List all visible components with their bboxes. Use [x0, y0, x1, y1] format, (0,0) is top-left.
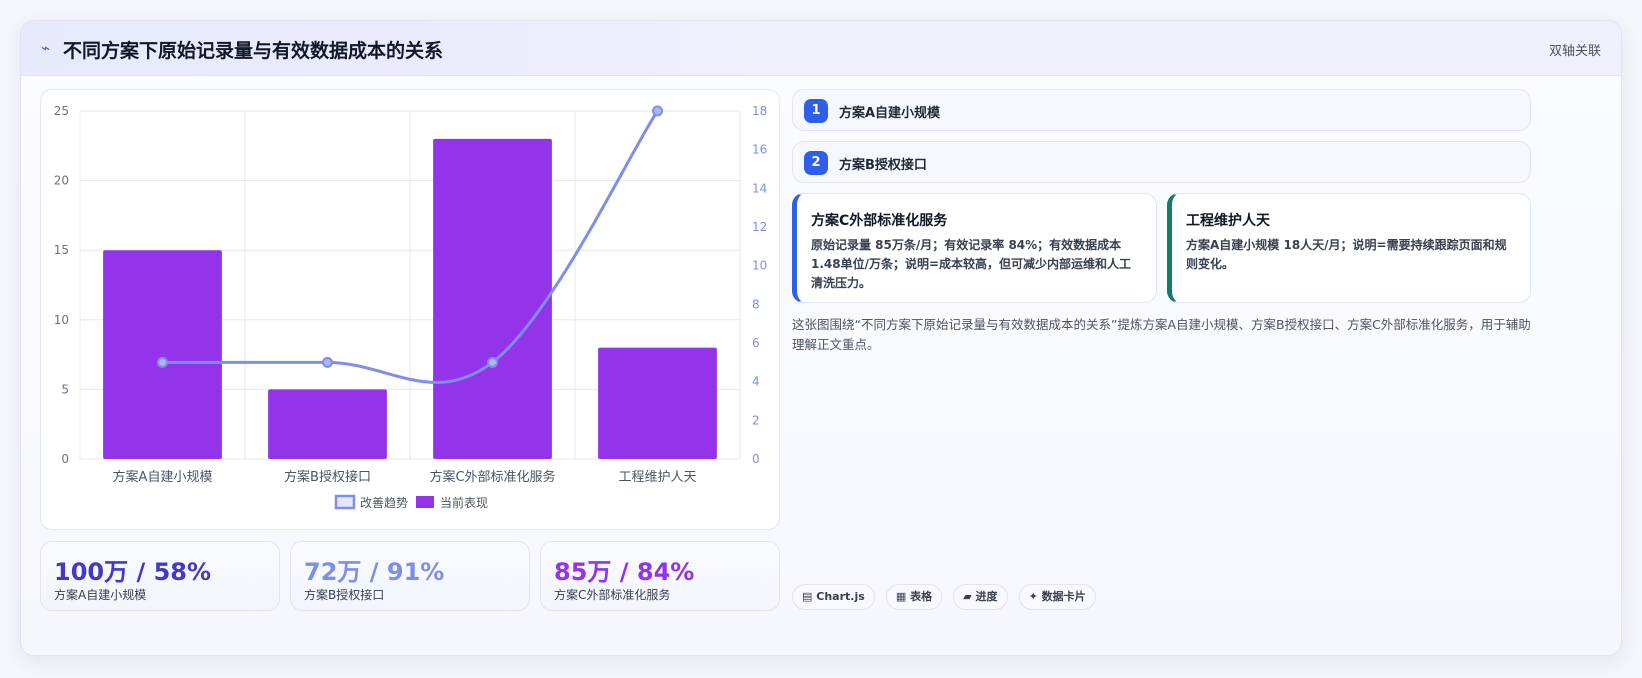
- y-right-tick-label: 2: [752, 413, 760, 427]
- legend-label: 改善趋势: [360, 495, 408, 510]
- y-right-tick-label: 4: [752, 375, 760, 389]
- bar: [598, 347, 717, 459]
- sparkle-icon: ✦: [1028, 590, 1038, 603]
- trend-point: [487, 356, 498, 368]
- note-body: 方案A自建小规模 18人天/月；说明=需要持续跟踪页面和规则变化。: [1186, 238, 1507, 271]
- y-right-tick-label: 10: [752, 259, 767, 273]
- note-body: 原始记录量 85万条/月；有效记录率 84%；有效数据成本 1.48单位/万条；…: [811, 238, 1132, 290]
- note-card-maintenance: 工程维护人天 方案A自建小规模 18人天/月；说明=需要持续跟踪页面和规则变化。: [1167, 193, 1531, 303]
- y-right-tick-label: 14: [752, 181, 767, 195]
- x-tick-label: 方案A自建小规模: [113, 469, 213, 485]
- stat-label: 方案C外部标准化服务: [554, 588, 671, 602]
- trend-point: [322, 356, 333, 368]
- combo-chart: 0 5 10 15 20 25 0 2 4 6 8 10 12 14 16 18 方案A自建小规模 方案B授权接口…: [54, 104, 768, 510]
- chart-panel: 0 5 10 15 20 25 0 2 4 6 8 10 12 14 16 18 方案A自建小规模 方案B授权接口…: [40, 89, 780, 530]
- y-right-tick-label: 8: [752, 297, 760, 311]
- y-left-tick-label: 15: [54, 243, 69, 257]
- tag-chartjs[interactable]: ▤ Chart.js: [792, 584, 875, 610]
- x-tick-label: 方案B授权接口: [284, 469, 371, 485]
- y-right-tick-label: 16: [752, 143, 767, 157]
- wave-icon: ⌁: [41, 39, 51, 57]
- table-icon: ▦: [895, 590, 907, 603]
- stat-value: 72万 / 91%: [304, 558, 445, 586]
- y-right-tick-label: 12: [752, 220, 767, 234]
- stat-value: 85万 / 84%: [554, 558, 695, 586]
- card-header: ⌁ 不同方案下原始记录量与有效数据成本的关系 双轴关联: [21, 21, 1621, 76]
- report-card: ⌁ 不同方案下原始记录量与有效数据成本的关系 双轴关联 0 5 10 15 20 25 0 2…: [20, 20, 1622, 656]
- y-left-tick-label: 0: [61, 452, 69, 466]
- note-title: 方案C外部标准化服务: [811, 213, 948, 229]
- y-left-tick-label: 25: [54, 104, 69, 118]
- step-item-1: 1 方案A自建小规模: [792, 89, 1531, 131]
- page-title: 不同方案下原始记录量与有效数据成本的关系: [63, 40, 444, 62]
- step-number-badge: 2: [804, 151, 828, 175]
- progress-icon: ▰: [963, 590, 972, 603]
- chart-icon: ▤: [802, 590, 813, 603]
- y-right-tick-label: 18: [752, 104, 767, 118]
- note-title: 工程维护人天: [1186, 213, 1270, 229]
- tag-list: ▤ Chart.js ▦ 表格 ▰ 进度 ✦ 数据卡片: [792, 584, 1102, 610]
- y-right-tick-label: 0: [752, 452, 760, 466]
- y-left-tick-label: 5: [61, 382, 69, 396]
- stat-card-c: 85万 / 84% 方案C外部标准化服务: [540, 541, 780, 611]
- legend-label: 当前表现: [440, 495, 488, 510]
- stat-label: 方案B授权接口: [304, 588, 385, 602]
- legend-swatch-bar: [416, 496, 434, 508]
- x-tick-label: 方案C外部标准化服务: [429, 469, 555, 485]
- tag-table[interactable]: ▦ 表格: [885, 584, 943, 610]
- step-number-badge: 1: [804, 99, 828, 123]
- bar: [268, 389, 387, 459]
- stat-card-a: 100万 / 58% 方案A自建小规模: [40, 541, 280, 611]
- stat-card-b: 72万 / 91% 方案B授权接口: [290, 541, 530, 611]
- y-left-tick-label: 10: [54, 313, 69, 327]
- trend-point: [652, 105, 663, 117]
- step-item-2: 2 方案B授权接口: [792, 141, 1531, 183]
- stat-label: 方案A自建小规模: [54, 588, 147, 602]
- dual-axis-tag: 双轴关联: [1548, 44, 1601, 59]
- bar: [103, 250, 222, 459]
- bar: [433, 138, 552, 459]
- stat-value: 100万 / 58%: [54, 558, 212, 586]
- step-text: 方案B授权接口: [839, 158, 927, 173]
- trend-point: [157, 356, 168, 368]
- chart-description: 这张图围绕“不同方案下原始记录量与有效数据成本的关系”提炼方案A自建小规模、方案…: [792, 317, 1531, 352]
- y-left-tick-label: 20: [54, 174, 69, 188]
- tag-data-card[interactable]: ✦ 数据卡片: [1018, 584, 1096, 610]
- step-text: 方案A自建小规模: [839, 106, 941, 121]
- legend-swatch-trend: [334, 494, 356, 510]
- x-tick-label: 工程维护人天: [618, 470, 696, 485]
- note-card-c: 方案C外部标准化服务 原始记录量 85万条/月；有效记录率 84%；有效数据成本…: [792, 193, 1157, 303]
- tag-progress[interactable]: ▰ 进度: [953, 584, 1008, 610]
- y-right-tick-label: 6: [752, 336, 760, 350]
